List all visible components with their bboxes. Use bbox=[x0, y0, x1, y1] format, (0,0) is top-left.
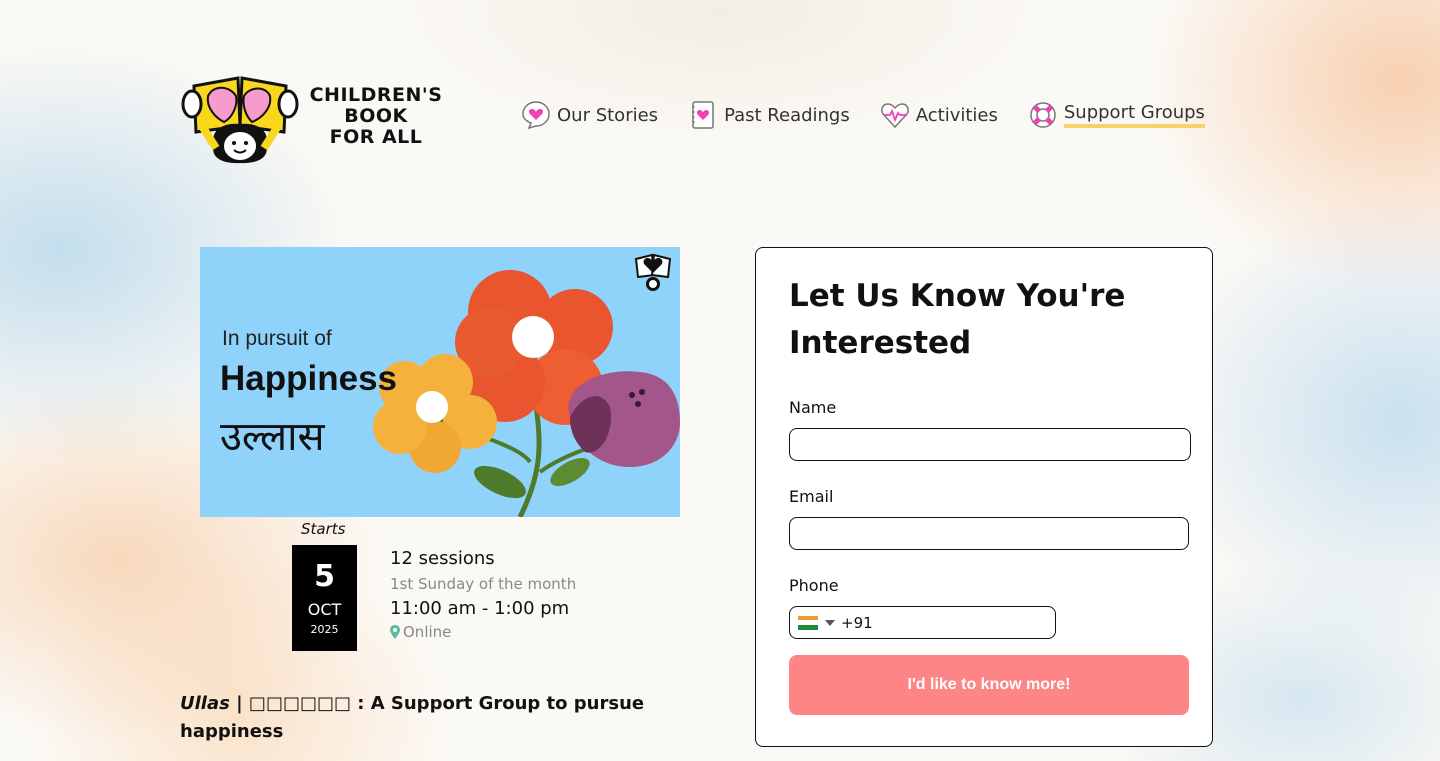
interest-form: Let Us Know You're Interested Name Email… bbox=[755, 247, 1213, 747]
nav-item-past-readings[interactable]: Past Readings bbox=[688, 100, 850, 130]
event-title-rest: | □□□□□□ : A Support Group to pursue hap… bbox=[180, 693, 645, 742]
country-dropdown-icon[interactable] bbox=[825, 619, 835, 626]
nav-item-our-stories[interactable]: Our Stories bbox=[521, 100, 658, 130]
name-label: Name bbox=[789, 398, 837, 417]
email-field[interactable] bbox=[789, 517, 1189, 550]
nav-item-support-groups[interactable]: Support Groups bbox=[1028, 100, 1205, 130]
phone-input[interactable] bbox=[841, 613, 1041, 632]
lifebuoy-icon bbox=[1028, 100, 1058, 130]
date-block: 5 OCT 2025 bbox=[292, 545, 357, 651]
form-heading: Let Us Know You're Interested bbox=[789, 278, 1126, 361]
event-time: 11:00 am - 1:00 pm bbox=[390, 598, 570, 619]
event-sessions: 12 sessions bbox=[390, 548, 495, 569]
heartbeat-icon bbox=[880, 100, 910, 130]
banner-line-2: Happiness bbox=[220, 359, 397, 398]
event-location: Online bbox=[390, 623, 576, 641]
date-day: 5 bbox=[314, 559, 335, 594]
event-banner-image: In pursuit of Happiness उल्लास bbox=[200, 247, 680, 517]
india-flag-icon[interactable] bbox=[798, 615, 818, 630]
banner-line-3: उल्लास bbox=[220, 414, 325, 460]
main-nav: Our Stories Past Readings Activities Sup… bbox=[521, 100, 1235, 130]
phone-field[interactable] bbox=[789, 606, 1056, 639]
speech-heart-icon bbox=[521, 100, 551, 130]
notebook-heart-icon bbox=[688, 100, 718, 130]
date-year: 2025 bbox=[310, 623, 339, 636]
map-pin-icon bbox=[390, 625, 400, 639]
event-frequency: 1st Sunday of the month bbox=[390, 575, 577, 593]
logo-wordmark: CHILDREN'S BOOK FOR ALL bbox=[309, 83, 443, 148]
site-logo[interactable]: CHILDREN'S BOOK FOR ALL bbox=[180, 66, 450, 166]
nav-label-activities: Activities bbox=[915, 104, 998, 126]
email-label: Email bbox=[789, 487, 834, 506]
starts-label: Starts bbox=[301, 520, 346, 538]
phone-label: Phone bbox=[789, 576, 839, 595]
nav-label-support-groups: Support Groups bbox=[1063, 102, 1205, 128]
book-child-logo-icon bbox=[181, 76, 299, 164]
nav-label-past-readings: Past Readings bbox=[724, 104, 850, 126]
submit-interest-button[interactable]: I'd like to know more! bbox=[789, 655, 1189, 715]
nav-label-our-stories: Our Stories bbox=[557, 104, 659, 126]
nav-item-activities[interactable]: Activities bbox=[880, 100, 998, 130]
event-details: 12 sessions 1st Sunday of the month 11:0… bbox=[390, 548, 576, 641]
event-title: Ullas | □□□□□□ : A Support Group to purs… bbox=[180, 690, 680, 746]
banner-line-1: In pursuit of bbox=[222, 327, 332, 350]
logo-badge-icon bbox=[634, 253, 672, 291]
name-field[interactable] bbox=[789, 428, 1191, 461]
event-title-name: Ullas bbox=[180, 693, 230, 714]
date-month: OCT bbox=[307, 600, 342, 619]
event-location-text: Online bbox=[403, 623, 452, 641]
